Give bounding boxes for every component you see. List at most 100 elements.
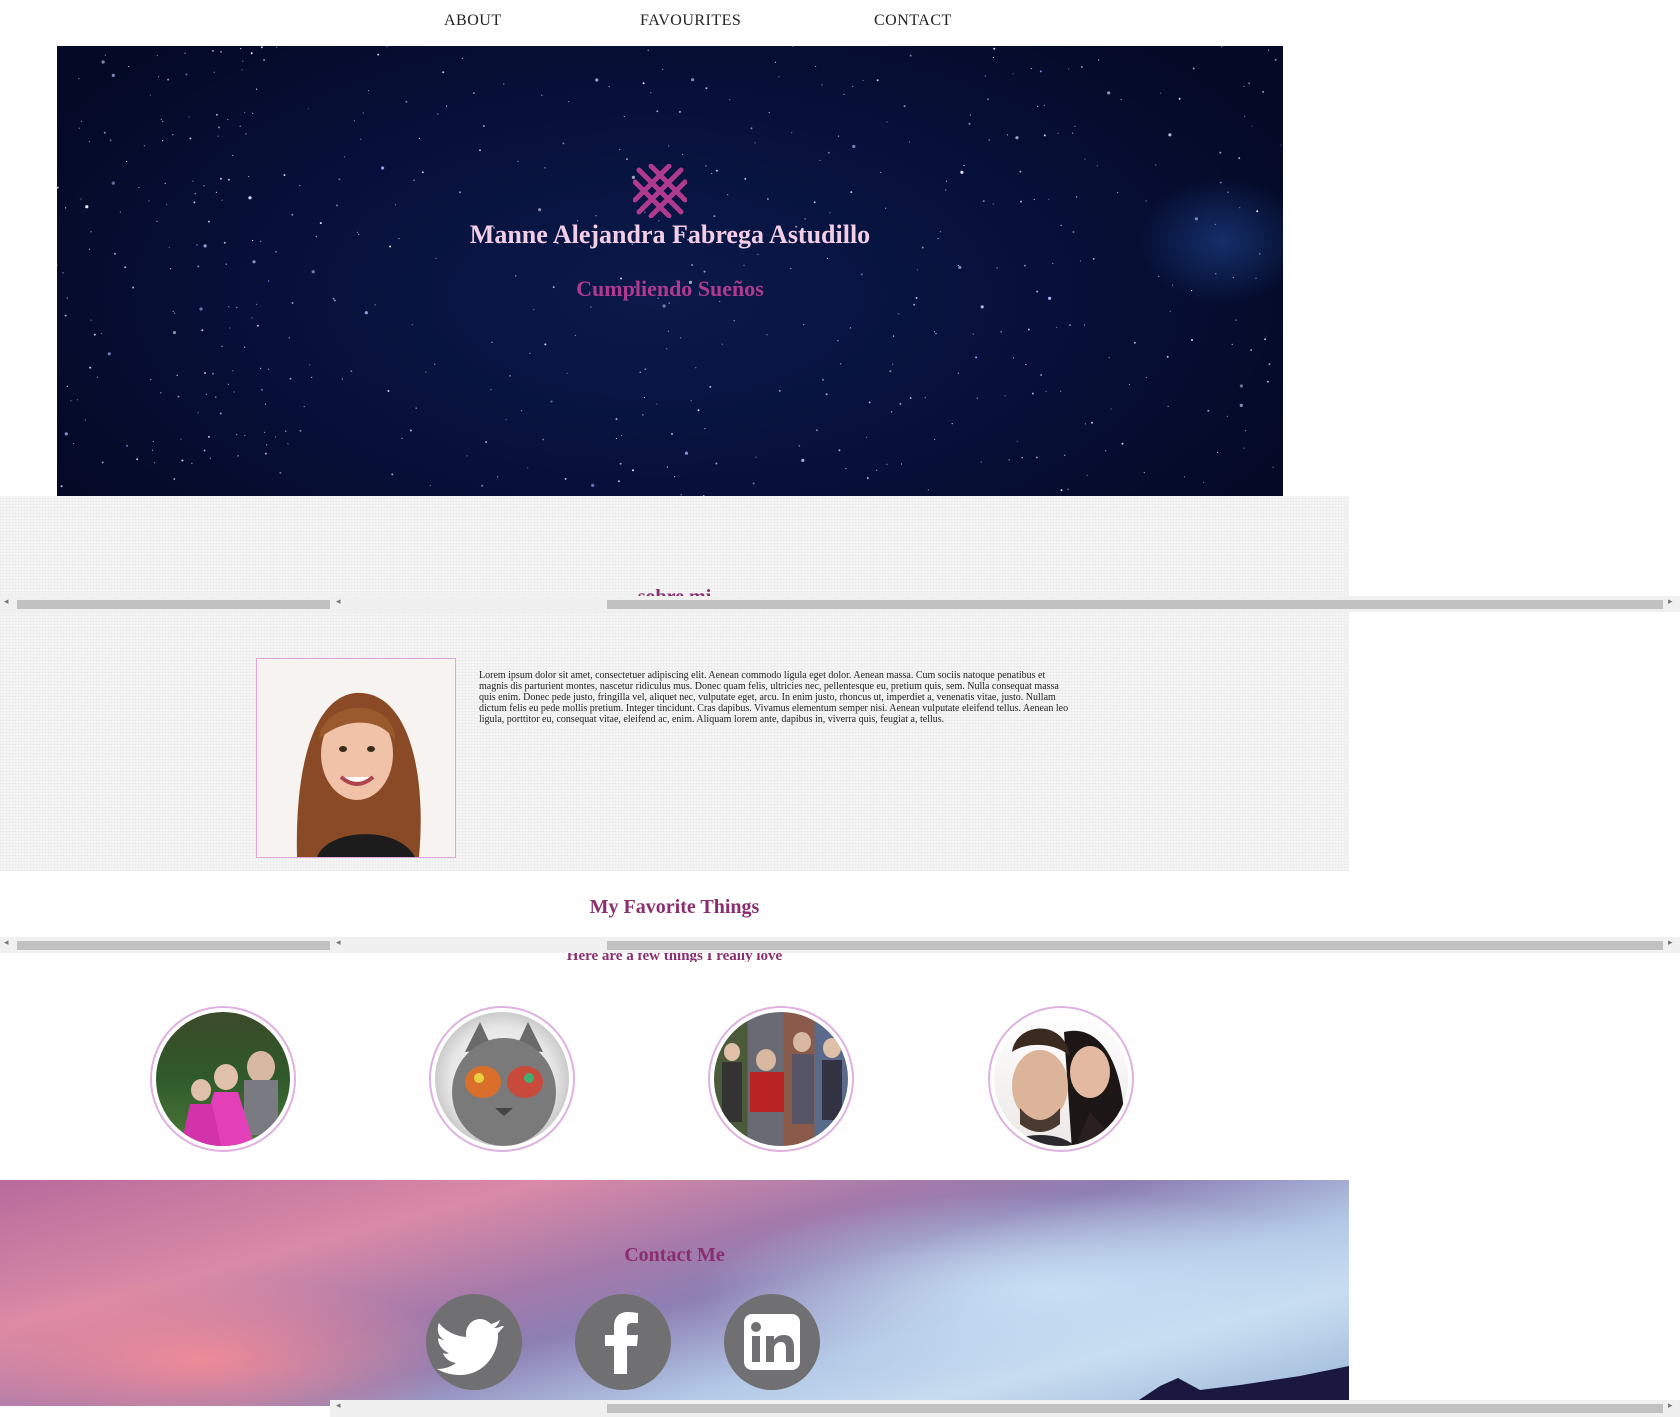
- star: [1274, 58, 1277, 61]
- nav-about-link[interactable]: ABOUT: [444, 12, 502, 30]
- star: [114, 252, 116, 255]
- contact-section: [0, 1180, 1349, 1406]
- scrollbar-thumb[interactable]: [607, 1404, 1663, 1413]
- nav-contact-link[interactable]: CONTACT: [874, 12, 952, 30]
- star: [143, 145, 145, 147]
- twitter-icon: [437, 1319, 504, 1375]
- star: [703, 270, 706, 273]
- star: [1219, 151, 1222, 154]
- star: [803, 324, 805, 326]
- star: [84, 419, 86, 421]
- star: [1251, 125, 1253, 127]
- scroll-left-arrow-icon[interactable]: ◂: [4, 597, 9, 607]
- linkedin-button[interactable]: [724, 1294, 820, 1390]
- left-scrollbar-1[interactable]: ◂: [0, 596, 331, 612]
- star: [529, 352, 531, 354]
- star: [154, 462, 156, 464]
- star: [850, 191, 853, 194]
- star: [260, 367, 262, 369]
- star: [968, 122, 971, 125]
- star: [916, 269, 919, 271]
- star: [845, 468, 847, 470]
- star: [205, 393, 207, 395]
- star: [497, 476, 499, 478]
- star: [876, 469, 878, 471]
- scroll-left-arrow-icon[interactable]: ◂: [336, 1401, 341, 1411]
- scroll-left-arrow-icon[interactable]: ◂: [336, 597, 341, 607]
- scroll-right-arrow-icon[interactable]: ▸: [1668, 1401, 1673, 1411]
- star: [1064, 454, 1066, 456]
- star: [472, 92, 475, 95]
- right-scrollbar-1[interactable]: ◂ ▸: [330, 596, 1680, 612]
- star: [595, 78, 599, 82]
- star: [1272, 466, 1274, 468]
- star: [1231, 343, 1233, 345]
- star: [632, 469, 634, 472]
- star: [481, 484, 484, 487]
- star: [1084, 423, 1086, 425]
- star: [1128, 383, 1131, 386]
- star: [245, 133, 247, 135]
- star: [550, 400, 553, 403]
- star: [1168, 133, 1172, 137]
- star: [466, 455, 468, 457]
- nav-favourites-link[interactable]: FAVOURITES: [640, 12, 741, 30]
- star: [988, 139, 990, 141]
- star: [78, 78, 80, 80]
- star: [1226, 415, 1228, 417]
- scroll-left-arrow-icon[interactable]: ◂: [4, 938, 9, 948]
- star: [229, 327, 231, 329]
- star: [194, 193, 196, 195]
- star: [993, 47, 996, 50]
- star: [976, 397, 978, 399]
- star: [1256, 210, 1259, 213]
- scrollbar-thumb[interactable]: [607, 600, 1663, 609]
- star: [1019, 170, 1022, 173]
- star: [264, 452, 267, 455]
- star: [957, 372, 960, 374]
- scroll-right-arrow-icon[interactable]: ▸: [1668, 938, 1673, 948]
- star: [1110, 408, 1112, 410]
- favorite-item-2[interactable]: [429, 1006, 575, 1152]
- star: [203, 185, 205, 187]
- star: [1072, 132, 1074, 134]
- star: [442, 71, 445, 74]
- star: [225, 263, 227, 265]
- left-scrollbar-2[interactable]: ◂: [0, 937, 331, 953]
- twitter-button[interactable]: [426, 1294, 522, 1390]
- star: [166, 204, 168, 206]
- star: [1020, 200, 1022, 203]
- star: [172, 134, 174, 136]
- right-scrollbar-2[interactable]: ◂ ▸: [330, 937, 1680, 953]
- scroll-left-arrow-icon[interactable]: ◂: [336, 938, 341, 948]
- star: [364, 311, 368, 315]
- scrollbar-thumb[interactable]: [17, 941, 331, 950]
- scrollbar-thumb[interactable]: [17, 600, 331, 609]
- star: [309, 364, 311, 366]
- star: [288, 337, 290, 339]
- star: [274, 436, 277, 438]
- star: [825, 393, 828, 396]
- star: [162, 140, 164, 142]
- star: [279, 471, 282, 474]
- star: [690, 400, 692, 402]
- favorite-item-4[interactable]: [988, 1006, 1134, 1152]
- favorite-item-3[interactable]: [708, 1006, 854, 1152]
- star: [1244, 115, 1246, 117]
- star: [164, 182, 166, 184]
- scrollbar-thumb[interactable]: [607, 941, 1663, 950]
- star: [885, 207, 887, 209]
- star: [248, 196, 252, 200]
- star: [1169, 310, 1171, 312]
- star: [1068, 324, 1071, 327]
- star: [819, 159, 821, 162]
- star: [505, 419, 507, 421]
- star: [227, 118, 229, 121]
- star: [1243, 447, 1245, 449]
- favorite-item-1[interactable]: [150, 1006, 296, 1152]
- facebook-button[interactable]: [575, 1294, 671, 1390]
- star: [1023, 264, 1026, 267]
- star: [727, 194, 729, 196]
- right-scrollbar-3[interactable]: ◂ ▸: [330, 1400, 1680, 1417]
- scroll-right-arrow-icon[interactable]: ▸: [1668, 597, 1673, 607]
